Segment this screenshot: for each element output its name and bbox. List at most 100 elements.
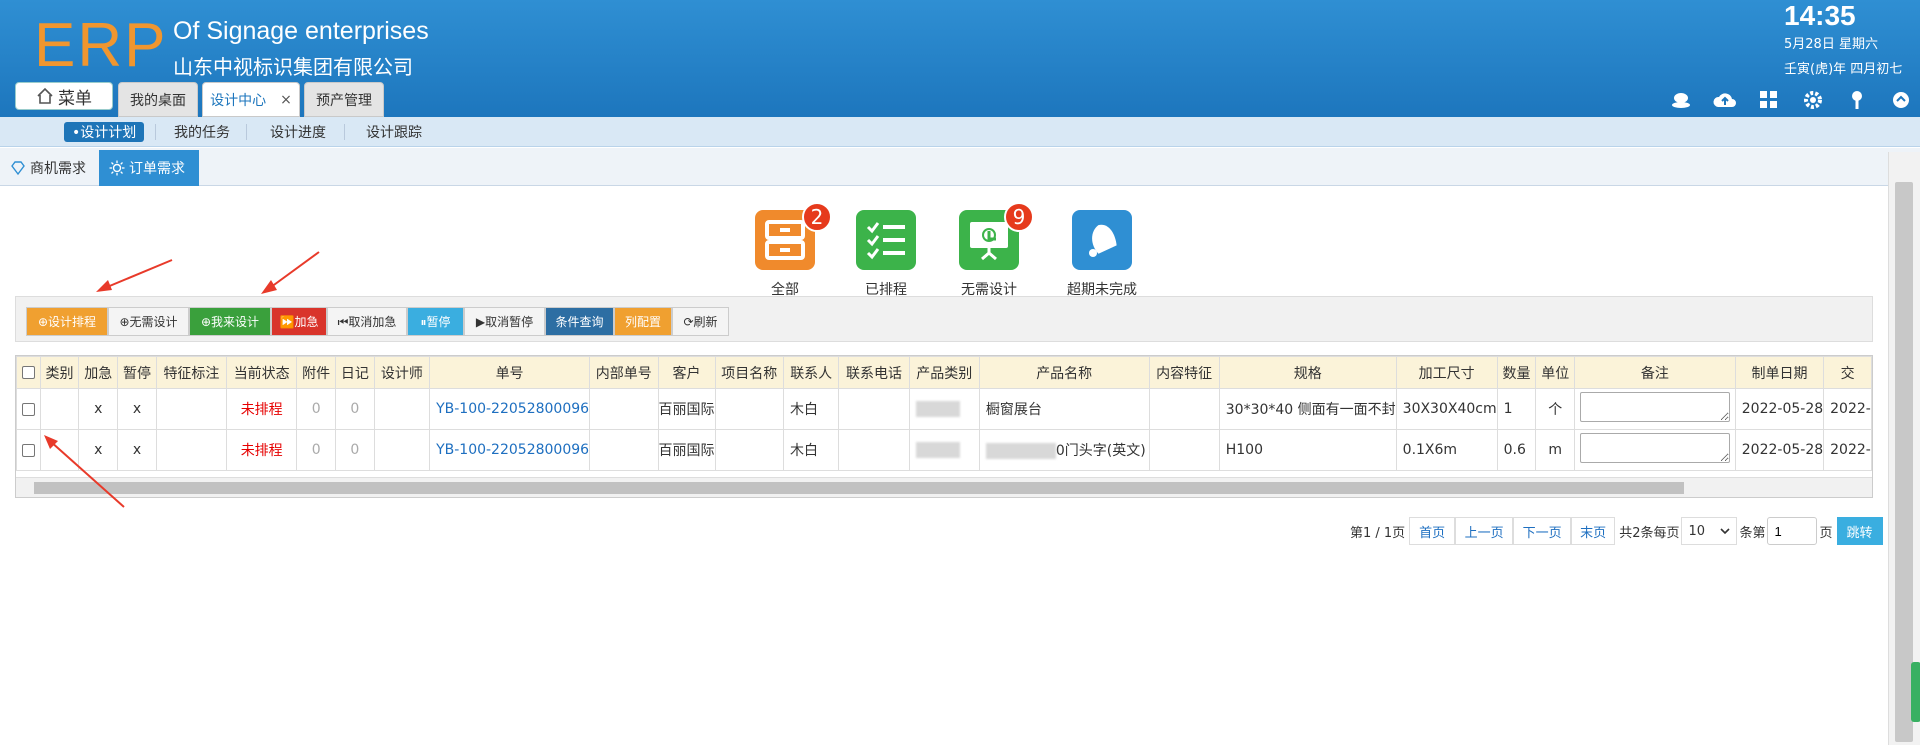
cell-diary[interactable]: 0 <box>335 388 375 430</box>
cell-attachments[interactable]: 0 <box>296 429 337 471</box>
tab-design-center[interactable]: 设计中心 × <box>202 82 300 117</box>
cell-spec: H100 <box>1218 429 1397 471</box>
clock-date: 5月28日 星期六 <box>1784 37 1878 52</box>
action-toolbar: ⊕设计排程 ⊕无需设计 ⊕我来设计 ⏩加急 ⏮取消加急 ⏸暂停 ▶取消暂停 条件… <box>15 296 1873 342</box>
scrollbar-thumb[interactable] <box>34 482 1684 494</box>
pause-button[interactable]: ⏸暂停 <box>407 307 464 336</box>
urgent-button[interactable]: ⏩加急 <box>271 307 327 336</box>
company-name-en: Of Signage enterprises <box>173 17 429 45</box>
row-checkbox[interactable] <box>21 402 35 416</box>
redacted-text <box>915 442 960 458</box>
column-header[interactable]: 项目名称 <box>714 356 785 389</box>
no-design-button[interactable]: ⊕无需设计 <box>108 307 189 336</box>
divider <box>246 124 247 140</box>
user-icon[interactable] <box>1668 88 1694 112</box>
column-header[interactable]: 联系人 <box>783 356 840 389</box>
tab-order-demand[interactable]: 订单需求 <box>99 150 199 186</box>
column-header[interactable]: 设计师 <box>373 356 431 389</box>
cell-inner-no <box>589 388 659 430</box>
select-all-checkbox[interactable] <box>21 366 35 379</box>
column-header[interactable]: 数量 <box>1496 356 1537 389</box>
tab-preproduction[interactable]: 预产管理 <box>304 82 384 117</box>
column-header[interactable]: 规格 <box>1218 356 1397 389</box>
side-handle[interactable] <box>1911 662 1920 722</box>
page-size-select[interactable]: 10 <box>1681 517 1738 545</box>
take-design-button[interactable]: ⊕我来设计 <box>189 307 271 336</box>
menu-button[interactable]: 菜单 <box>15 82 113 110</box>
subnav-item-design-plan[interactable]: •设计计划 <box>64 122 145 142</box>
vertical-scrollbar[interactable] <box>1888 152 1920 745</box>
cell-contact: 木白 <box>783 388 840 430</box>
cell-product-name: 橱窗展台 <box>978 388 1150 430</box>
summary-scheduled-icon[interactable] <box>856 210 916 270</box>
go-page-button[interactable]: 跳转 <box>1836 517 1883 545</box>
first-page-button[interactable]: 首页 <box>1409 517 1456 545</box>
app-header: ERP Of Signage enterprises 山东中视标识集团有限公司 … <box>0 0 1920 117</box>
summary-overdue-icon[interactable] <box>1072 210 1132 270</box>
apps-icon[interactable] <box>1756 88 1782 112</box>
subnav-item-my-tasks[interactable]: 我的任务 <box>174 122 230 142</box>
column-header[interactable]: 日记 <box>335 356 375 389</box>
cell-feature <box>155 429 228 471</box>
column-header[interactable]: 备注 <box>1574 356 1736 389</box>
remark-input[interactable] <box>1579 392 1730 422</box>
home-icon <box>37 87 53 104</box>
page-number-input[interactable] <box>1767 517 1818 545</box>
page-size-value: 10 <box>1688 523 1706 539</box>
cell-attachments[interactable]: 0 <box>296 388 337 430</box>
annotation-arrow <box>96 259 173 292</box>
redacted-text <box>985 443 1056 459</box>
prev-page-button[interactable]: 上一页 <box>1455 517 1514 545</box>
column-header[interactable]: 类别 <box>39 356 80 389</box>
tab-label: 预产管理 <box>316 92 372 109</box>
column-header[interactable]: 附件 <box>296 356 337 389</box>
column-config-button[interactable]: 列配置 <box>614 307 672 336</box>
table-row[interactable]: x x 未排程 0 0 YB-100-22052800096 百丽国际 木白 橱… <box>16 388 1872 430</box>
remark-input[interactable] <box>1579 433 1730 463</box>
table-row[interactable]: x x 未排程 0 0 YB-100-22052800096 百丽国际 木白 0… <box>16 429 1872 471</box>
settings-icon[interactable] <box>1800 88 1826 112</box>
subnav-item-design-progress[interactable]: 设计进度 <box>270 122 326 142</box>
column-header[interactable]: 单位 <box>1535 356 1576 389</box>
refresh-button[interactable]: ⟳刷新 <box>672 307 729 336</box>
cell-diary[interactable]: 0 <box>335 429 375 471</box>
column-header[interactable]: 暂停 <box>117 356 157 389</box>
tab-label: 商机需求 <box>30 161 86 177</box>
column-header[interactable]: 客户 <box>657 356 716 389</box>
column-header[interactable]: 制单日期 <box>1734 356 1825 389</box>
schedule-design-button[interactable]: ⊕设计排程 <box>26 307 108 336</box>
chevron-up-circle-icon[interactable] <box>1888 88 1914 112</box>
scrollbar-thumb[interactable] <box>1895 182 1913 742</box>
column-header[interactable]: 加工尺寸 <box>1395 356 1498 389</box>
last-page-button[interactable]: 末页 <box>1571 517 1616 545</box>
next-page-button[interactable]: 下一页 <box>1513 517 1572 545</box>
column-header[interactable]: 单号 <box>429 356 591 389</box>
close-icon[interactable]: × <box>280 92 292 108</box>
tab-my-desktop[interactable]: 我的桌面 <box>118 82 198 117</box>
cancel-pause-button[interactable]: ▶取消暂停 <box>464 307 545 336</box>
column-header[interactable]: 内部单号 <box>589 356 659 389</box>
column-header[interactable]: 特征标注 <box>155 356 228 389</box>
tab-opportunity-demand[interactable]: 商机需求 <box>0 150 96 186</box>
column-header[interactable]: 交 <box>1823 356 1872 389</box>
row-select-cell <box>16 388 41 430</box>
cloud-upload-icon[interactable] <box>1712 88 1738 112</box>
key-icon[interactable] <box>1844 88 1870 112</box>
cell-customer: 百丽国际 <box>657 388 716 430</box>
column-header[interactable]: 联系电话 <box>838 356 910 389</box>
column-header[interactable]: 加急 <box>78 356 119 389</box>
subnav-item-design-tracking[interactable]: 设计跟踪 <box>366 122 422 142</box>
table: 类别 加急 暂停 特征标注 当前状态 附件 日记 设计师 单号 内部单号 客户 … <box>16 356 1872 471</box>
column-header[interactable]: 当前状态 <box>226 356 298 389</box>
row-checkbox[interactable] <box>21 443 35 457</box>
cell-order-no[interactable]: YB-100-22052800096 <box>429 388 591 430</box>
condition-query-button[interactable]: 条件查询 <box>545 307 614 336</box>
product-name-text: 0门头字(英文) <box>1055 443 1146 459</box>
horizontal-scrollbar[interactable] <box>16 477 1872 497</box>
column-header[interactable]: 产品名称 <box>978 356 1150 389</box>
column-header[interactable]: 产品类别 <box>908 356 980 389</box>
cell-order-no[interactable]: YB-100-22052800096 <box>429 429 591 471</box>
cancel-urgent-button[interactable]: ⏮取消加急 <box>327 307 407 336</box>
cell-product-name: 0门头字(英文) <box>978 429 1150 471</box>
column-header[interactable]: 内容特征 <box>1148 356 1220 389</box>
